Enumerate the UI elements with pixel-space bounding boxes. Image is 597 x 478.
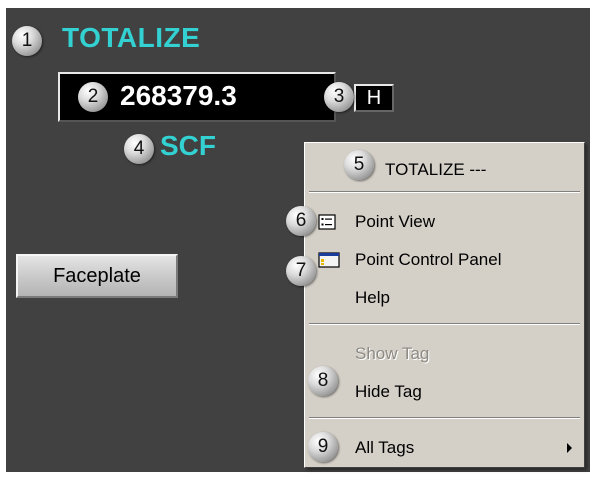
callout-4: 4 (124, 134, 154, 164)
menu-separator (309, 323, 580, 325)
engineering-units-label: SCF (160, 130, 216, 161)
callout-2: 2 (78, 82, 108, 112)
mode-indicator[interactable]: H (354, 84, 394, 112)
menu-item-label: Hide Tag (355, 382, 422, 401)
callout-7: 7 (286, 256, 316, 286)
menu-header-label: TOTALIZE --- (385, 160, 487, 179)
menu-item-label: Show Tag (355, 344, 430, 363)
menu-item-point-view[interactable]: Point View (305, 207, 584, 237)
context-menu: TOTALIZE --- Point View Point Control Pa… (304, 142, 585, 468)
menu-separator (309, 417, 580, 419)
callout-6: 6 (286, 206, 316, 236)
menu-separator (309, 191, 580, 193)
menu-item-help[interactable]: Help (305, 283, 584, 313)
callout-9: 9 (308, 432, 338, 462)
submenu-arrow-icon (567, 443, 572, 453)
faceplate-button[interactable]: Faceplate (16, 254, 178, 298)
menu-item-all-tags[interactable]: All Tags (305, 433, 584, 463)
callout-3: 3 (324, 82, 354, 112)
callout-1: 1 (12, 26, 42, 56)
control-panel-icon (318, 252, 340, 268)
menu-item-hide-tag[interactable]: Hide Tag (305, 377, 584, 407)
tag-name-label[interactable]: TOTALIZE (62, 22, 200, 54)
menu-item-label: All Tags (355, 438, 415, 457)
menu-item-show-tag: Show Tag (305, 339, 584, 369)
callout-5: 5 (344, 150, 374, 180)
menu-item-point-control-panel[interactable]: Point Control Panel (305, 245, 584, 275)
callout-8: 8 (308, 366, 338, 396)
point-view-icon (318, 214, 336, 230)
menu-item-label: Point View (355, 212, 436, 231)
menu-item-label: Help (355, 288, 390, 307)
process-value: 268379.3 (120, 80, 237, 111)
menu-item-label: Point Control Panel (355, 250, 502, 269)
